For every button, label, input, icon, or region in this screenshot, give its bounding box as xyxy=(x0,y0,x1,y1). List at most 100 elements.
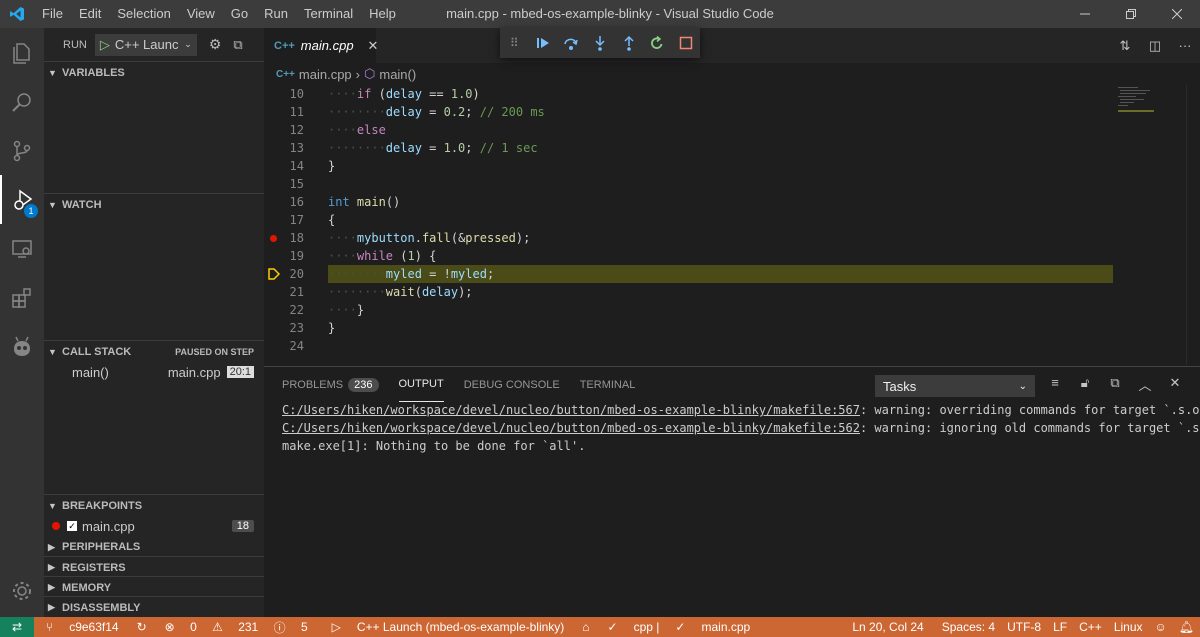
breadcrumb-file[interactable]: main.cpp xyxy=(299,67,352,82)
code-line[interactable]: ····else xyxy=(328,121,386,139)
maximize-panel-icon[interactable]: ︿ xyxy=(1130,375,1160,394)
sync-icon[interactable]: ↻ xyxy=(131,620,153,634)
line-number[interactable]: 18 xyxy=(264,229,304,247)
tab-main-cpp[interactable]: C++ main.cpp ✕ xyxy=(264,28,379,63)
line-number[interactable]: 21 xyxy=(264,283,304,301)
code-line[interactable]: ····while (1) { xyxy=(328,247,436,265)
minimize-button[interactable] xyxy=(1062,0,1108,28)
launch-config-select[interactable]: ▷ C++ Launc ⌄ xyxy=(94,33,197,56)
cursor-position[interactable]: Ln 20, Col 24 xyxy=(846,620,929,634)
output-channel-select[interactable]: Tasks ⌄ xyxy=(875,375,1035,397)
line-number[interactable]: 17 xyxy=(264,211,304,229)
restore-button[interactable] xyxy=(1108,0,1154,28)
line-number[interactable]: 10 xyxy=(264,85,304,103)
registers-section-header[interactable]: ▶ REGISTERS xyxy=(44,556,264,578)
close-tab-icon[interactable]: ✕ xyxy=(368,38,379,54)
disassembly-section-header[interactable]: ▶ DISASSEMBLY xyxy=(44,596,264,618)
breadcrumb-symbol[interactable]: main() xyxy=(379,67,416,82)
end-of-line[interactable]: LF xyxy=(1047,620,1073,634)
close-window-button[interactable] xyxy=(1154,0,1200,28)
start-debug-icon[interactable]: ▷ xyxy=(100,37,110,53)
menu-terminal[interactable]: Terminal xyxy=(296,0,361,28)
line-number[interactable]: 22 xyxy=(264,301,304,319)
problems-status[interactable]: ⊗ 0 ⚠ 231 ⓘ 5 xyxy=(153,619,320,636)
watch-section-header[interactable]: ▼ WATCH xyxy=(44,193,264,215)
open-log-icon[interactable]: ⧉ xyxy=(1100,375,1130,394)
code-line[interactable]: ········delay = 1.0; // 1 sec xyxy=(328,139,538,157)
encoding[interactable]: UTF-8 xyxy=(1001,620,1047,634)
language-mode[interactable]: C++ xyxy=(1073,620,1108,634)
code-line[interactable]: ········delay = 0.2; // 200 ms xyxy=(328,103,545,121)
line-number[interactable]: 13 xyxy=(264,139,304,157)
lock-scroll-icon[interactable]: 🔓︎ xyxy=(1070,375,1100,394)
code-line[interactable]: ····if (delay == 1.0) xyxy=(328,85,480,103)
more-actions-icon[interactable]: ··· xyxy=(1170,38,1200,53)
code-line[interactable]: } xyxy=(328,319,335,337)
code-line[interactable]: ········myled = !myled; xyxy=(328,265,494,283)
file-language-status[interactable]: ✓ cpp | ✓ main.cpp xyxy=(596,620,763,634)
debug-console-icon[interactable]: ⧉ xyxy=(233,37,242,53)
code-line[interactable]: int main() xyxy=(328,193,400,211)
notifications-icon[interactable]: 🔔︎ xyxy=(1173,620,1200,634)
git-branch[interactable]: ⑂ c9e63f14 xyxy=(34,620,131,634)
search-icon[interactable] xyxy=(0,77,44,126)
line-number[interactable]: 20 xyxy=(264,265,304,283)
output-link[interactable]: C:/Users/hiken/workspace/devel/nucleo/bu… xyxy=(282,403,860,417)
source-control-icon[interactable] xyxy=(0,126,44,175)
gear-icon[interactable]: ⚙ xyxy=(209,36,222,53)
tab-problems[interactable]: PROBLEMS 236 xyxy=(282,367,379,402)
step-into-button[interactable] xyxy=(586,28,615,58)
menu-go[interactable]: Go xyxy=(223,0,256,28)
explorer-icon[interactable] xyxy=(0,28,44,77)
menu-edit[interactable]: Edit xyxy=(71,0,109,28)
remote-indicator-icon[interactable]: ⇄ xyxy=(0,617,34,637)
call-stack-section-header[interactable]: ▼ CALL STACK PAUSED ON STEP xyxy=(44,340,264,362)
tab-terminal[interactable]: TERMINAL xyxy=(580,367,636,402)
variables-section-header[interactable]: ▼ VARIABLES xyxy=(44,61,264,83)
indentation[interactable]: Spaces: 4 xyxy=(936,620,1001,634)
menu-view[interactable]: View xyxy=(179,0,223,28)
menu-file[interactable]: File xyxy=(34,0,71,28)
os-status[interactable]: Linux xyxy=(1108,620,1149,634)
platformio-icon[interactable] xyxy=(0,322,44,371)
restart-button[interactable] xyxy=(643,28,672,58)
editor-scrollbar[interactable] xyxy=(1186,85,1200,365)
line-number[interactable]: 19 xyxy=(264,247,304,265)
split-editor-icon[interactable]: ◫ xyxy=(1140,38,1170,54)
code-editor[interactable]: 10 ····if (delay == 1.0) 11 ········delay =… xyxy=(264,85,1200,365)
code-line[interactable]: { xyxy=(328,211,335,229)
peripherals-section-header[interactable]: ▶ PERIPHERALS xyxy=(44,536,264,558)
line-number[interactable]: 16 xyxy=(264,193,304,211)
step-over-button[interactable] xyxy=(557,28,586,58)
stop-button[interactable] xyxy=(671,28,700,58)
menu-run[interactable]: Run xyxy=(256,0,296,28)
tab-debug-console[interactable]: DEBUG CONSOLE xyxy=(464,367,560,402)
remote-explorer-icon[interactable] xyxy=(0,224,44,273)
code-line[interactable]: ····} xyxy=(328,301,364,319)
code-line[interactable]: } xyxy=(328,157,335,175)
call-stack-frame[interactable]: main() main.cpp 20:1 xyxy=(44,361,264,383)
tab-output[interactable]: OUTPUT xyxy=(398,367,444,402)
output-link[interactable]: C:/Users/hiken/workspace/devel/nucleo/bu… xyxy=(282,421,860,435)
code-line[interactable]: ····mybutton.fall(&pressed); xyxy=(328,229,530,247)
memory-section-header[interactable]: ▶ MEMORY xyxy=(44,576,264,598)
line-number[interactable]: 23 xyxy=(264,319,304,337)
line-number[interactable]: 11 xyxy=(264,103,304,121)
minimap[interactable] xyxy=(1116,85,1186,145)
breakpoint-item[interactable]: ✓ main.cpp 18 xyxy=(44,515,264,537)
step-out-button[interactable] xyxy=(614,28,643,58)
line-number[interactable]: 15 xyxy=(264,175,304,193)
feedback-icon[interactable]: ☺ xyxy=(1149,620,1173,634)
menu-help[interactable]: Help xyxy=(361,0,404,28)
breakpoint-checkbox[interactable]: ✓ xyxy=(67,521,77,531)
line-number[interactable]: 24 xyxy=(264,337,304,355)
drag-handle-icon[interactable]: ⠿ xyxy=(500,28,529,58)
compare-changes-icon[interactable]: ⇅ xyxy=(1110,38,1140,54)
menu-selection[interactable]: Selection xyxy=(109,0,178,28)
close-panel-icon[interactable]: ✕ xyxy=(1160,375,1190,394)
home-icon[interactable]: ⌂ xyxy=(576,620,595,634)
breakpoints-section-header[interactable]: ▼ BREAKPOINTS xyxy=(44,494,264,516)
run-debug-icon[interactable]: 1 xyxy=(0,175,44,224)
extensions-icon[interactable] xyxy=(0,273,44,322)
debug-launch-status[interactable]: ▷ C++ Launch (mbed-os-example-blinky) xyxy=(320,620,577,634)
